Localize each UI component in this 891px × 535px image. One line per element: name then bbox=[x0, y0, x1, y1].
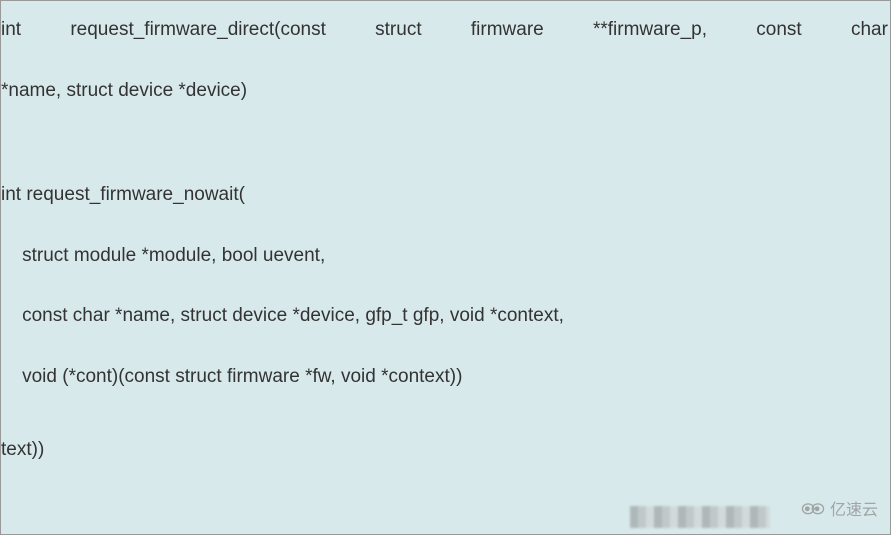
code-token: request_firmware_direct(const bbox=[70, 17, 326, 44]
pixel-blur-decoration bbox=[630, 506, 770, 528]
code-token: const bbox=[756, 17, 801, 44]
code-line-3: int request_firmware_nowait( bbox=[1, 182, 890, 209]
code-line-5: const char *name, struct device *device,… bbox=[1, 303, 890, 330]
code-line-6: void (*cont)(const struct firmware *fw, … bbox=[1, 364, 890, 391]
code-line-1: int request_firmware_direct(const struct… bbox=[1, 1, 890, 44]
code-line-2: *name, struct device *device) bbox=[1, 78, 890, 105]
code-token: char bbox=[851, 17, 888, 44]
code-token: struct bbox=[375, 17, 421, 44]
cloud-icon bbox=[800, 499, 826, 517]
watermark: 亿速云 bbox=[800, 496, 878, 520]
code-line-7: text)) bbox=[1, 437, 890, 464]
code-token: firmware bbox=[471, 17, 544, 44]
code-token: **firmware_p, bbox=[593, 17, 707, 44]
code-line-4: struct module *module, bool uevent, bbox=[1, 243, 890, 270]
code-token: int bbox=[1, 17, 21, 44]
code-block: int request_firmware_direct(const struct… bbox=[1, 1, 890, 463]
watermark-text: 亿速云 bbox=[830, 496, 878, 520]
